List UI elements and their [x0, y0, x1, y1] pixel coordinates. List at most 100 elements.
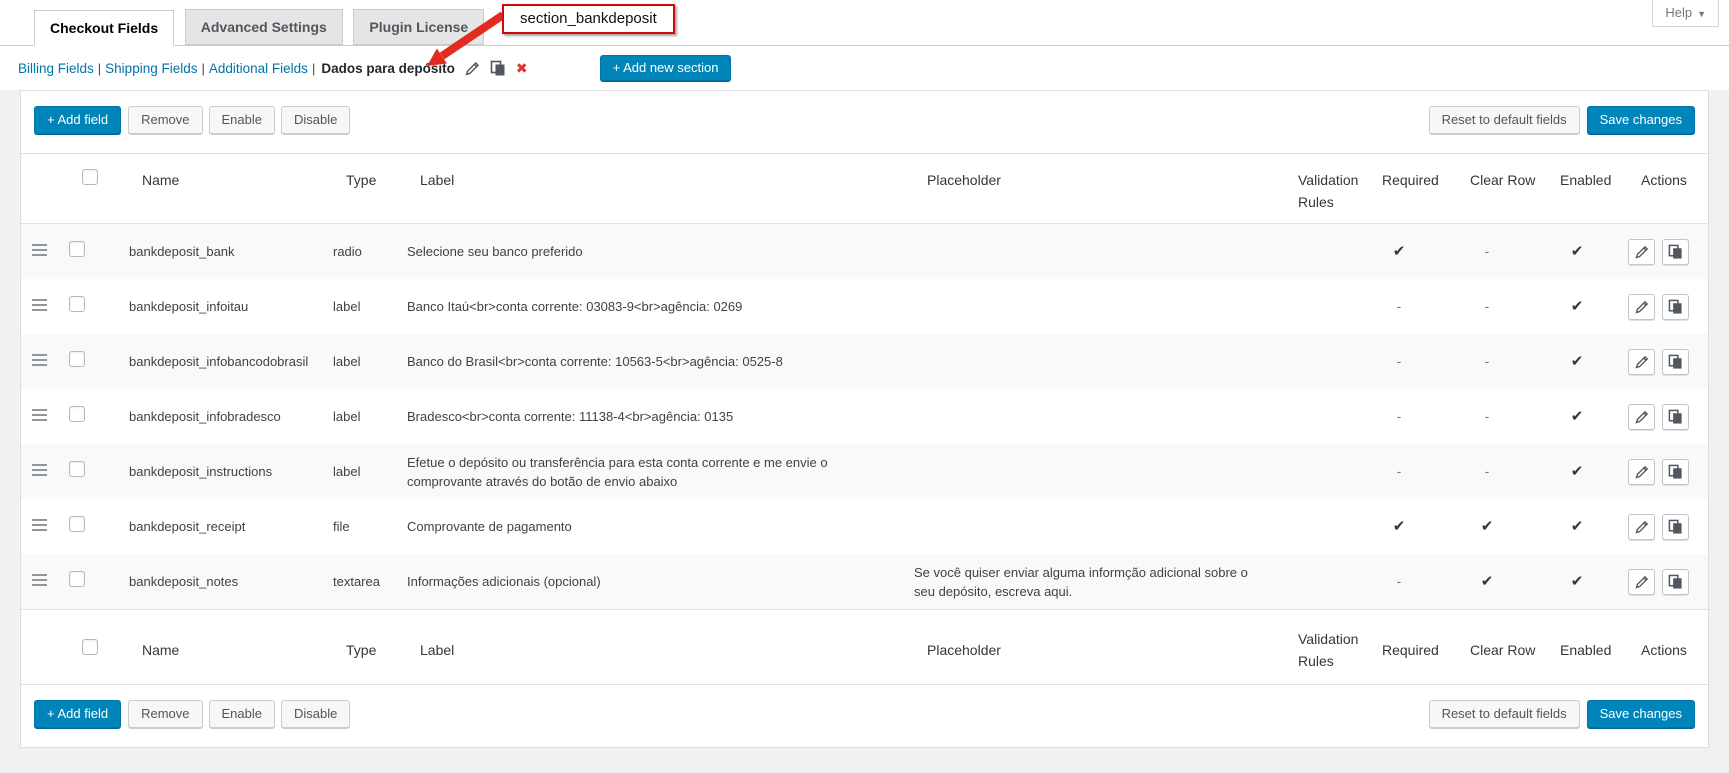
- column-header-label: Label: [420, 172, 455, 188]
- table-row: bankdeposit_notes textarea Informações a…: [21, 554, 1708, 609]
- enabled-mark: ✔: [1570, 518, 1584, 535]
- row-checkbox[interactable]: [69, 406, 85, 422]
- drag-handle-icon[interactable]: [32, 519, 47, 531]
- table-body: bankdeposit_bank radio Selecione seu ban…: [21, 224, 1708, 609]
- copy-field-button[interactable]: [1662, 293, 1689, 320]
- select-all-checkbox[interactable]: [82, 638, 98, 655]
- row-checkbox[interactable]: [69, 296, 85, 312]
- fields-panel: + Add field Remove Enable Disable Reset …: [20, 90, 1709, 748]
- select-all-checkbox[interactable]: [82, 169, 98, 185]
- drag-handle-icon[interactable]: [32, 574, 47, 586]
- field-name: bankdeposit_bank: [129, 244, 235, 259]
- section-link-additional[interactable]: Additional Fields: [209, 61, 308, 76]
- tab-bar: Checkout Fields Advanced Settings Plugin…: [0, 0, 1729, 47]
- column-header-label: Label: [420, 641, 455, 658]
- edit-section-icon[interactable]: [464, 60, 481, 77]
- add-new-section-button[interactable]: + Add new section: [599, 55, 732, 81]
- copy-field-button[interactable]: [1662, 513, 1689, 540]
- field-label: Banco do Brasil<br>conta corrente: 10563…: [407, 354, 783, 369]
- toolbar-bottom: + Add field Remove Enable Disable Reset …: [21, 685, 1708, 747]
- row-checkbox[interactable]: [69, 351, 85, 367]
- column-header-clear-row: Clear Row: [1470, 641, 1536, 658]
- column-header-required: Required: [1382, 172, 1439, 188]
- drag-handle-icon[interactable]: [32, 244, 47, 256]
- separator: |: [97, 60, 102, 76]
- edit-field-button[interactable]: [1628, 458, 1655, 485]
- table-header: Name Type Label Placeholder Validation R…: [21, 153, 1708, 224]
- table-footer-header: Name Type Label Placeholder Validation R…: [21, 609, 1708, 685]
- copy-field-button[interactable]: [1662, 568, 1689, 595]
- edit-field-button[interactable]: [1628, 403, 1655, 430]
- table-row: bankdeposit_instructions label Efetue o …: [21, 444, 1708, 499]
- clear-row-mark: -: [1484, 298, 1490, 314]
- field-type: label: [333, 464, 361, 479]
- edit-field-button[interactable]: [1628, 238, 1655, 265]
- edit-field-button[interactable]: [1628, 568, 1655, 595]
- annotation-callout: section_bankdeposit: [502, 4, 675, 34]
- clear-row-mark: -: [1484, 463, 1490, 479]
- enabled-mark: ✔: [1570, 298, 1584, 315]
- column-header-actions: Actions: [1641, 172, 1687, 188]
- field-name: bankdeposit_notes: [129, 574, 239, 589]
- copy-field-button[interactable]: [1662, 238, 1689, 265]
- reset-defaults-button[interactable]: Reset to default fields: [1428, 700, 1580, 728]
- row-checkbox[interactable]: [69, 571, 85, 587]
- tab-advanced-settings[interactable]: Advanced Settings: [184, 9, 343, 46]
- field-label: Comprovante de pagamento: [407, 519, 572, 534]
- field-label: Banco Itaú<br>conta corrente: 03083-9<br…: [407, 299, 743, 314]
- copy-field-button[interactable]: [1662, 403, 1689, 430]
- section-link-shipping[interactable]: Shipping Fields: [105, 61, 197, 76]
- copy-field-button[interactable]: [1662, 458, 1689, 485]
- section-link-billing[interactable]: Billing Fields: [18, 61, 94, 76]
- edit-field-button[interactable]: [1628, 348, 1655, 375]
- delete-section-icon[interactable]: ✖: [516, 60, 528, 77]
- enable-button[interactable]: Enable: [208, 700, 275, 728]
- drag-handle-icon[interactable]: [32, 299, 47, 311]
- column-header-validation-rules: Validation Rules: [1298, 630, 1359, 669]
- row-checkbox[interactable]: [69, 461, 85, 477]
- enabled-mark: ✔: [1570, 573, 1584, 590]
- save-changes-button[interactable]: Save changes: [1586, 700, 1695, 728]
- column-header-placeholder: Placeholder: [927, 641, 1001, 658]
- clear-row-mark: ✔: [1480, 518, 1494, 535]
- row-checkbox[interactable]: [69, 241, 85, 257]
- edit-field-button[interactable]: [1628, 513, 1655, 540]
- field-type: radio: [333, 244, 362, 259]
- column-header-type: Type: [346, 172, 377, 188]
- enable-button[interactable]: Enable: [208, 106, 275, 134]
- required-mark: -: [1396, 353, 1402, 369]
- field-name: bankdeposit_receipt: [129, 519, 246, 534]
- remove-button[interactable]: Remove: [128, 106, 203, 134]
- tab-plugin-license[interactable]: Plugin License: [353, 9, 485, 46]
- toolbar-top: + Add field Remove Enable Disable Reset …: [21, 91, 1708, 153]
- field-name: bankdeposit_infoitau: [129, 299, 249, 314]
- drag-handle-icon[interactable]: [32, 409, 47, 421]
- field-label: Selecione seu banco preferido: [407, 244, 583, 259]
- row-checkbox[interactable]: [69, 516, 85, 532]
- copy-field-button[interactable]: [1662, 348, 1689, 375]
- current-section-name: Dados para depósito: [321, 60, 455, 76]
- required-mark: -: [1396, 573, 1402, 589]
- remove-button[interactable]: Remove: [128, 700, 203, 728]
- drag-handle-icon[interactable]: [32, 354, 47, 366]
- drag-handle-icon[interactable]: [32, 464, 47, 476]
- column-header-name: Name: [142, 172, 180, 188]
- field-type: label: [333, 354, 361, 369]
- add-field-button[interactable]: + Add field: [34, 106, 122, 134]
- disable-button[interactable]: Disable: [280, 106, 351, 134]
- tab-checkout-fields[interactable]: Checkout Fields: [34, 10, 175, 47]
- field-name: bankdeposit_infobancodobrasil: [129, 354, 309, 369]
- column-header-name: Name: [142, 641, 180, 658]
- add-field-button[interactable]: + Add field: [34, 700, 122, 728]
- field-label: Bradesco<br>conta corrente: 11138-4<br>a…: [407, 409, 734, 424]
- reset-defaults-button[interactable]: Reset to default fields: [1428, 106, 1580, 134]
- help-button[interactable]: Help ▼: [1652, 0, 1719, 27]
- edit-field-button[interactable]: [1628, 293, 1655, 320]
- chevron-down-icon: ▼: [1697, 9, 1706, 19]
- column-header-type: Type: [346, 641, 377, 658]
- disable-button[interactable]: Disable: [280, 700, 351, 728]
- field-label: Informações adicionais (opcional): [407, 574, 601, 589]
- column-header-enabled: Enabled: [1560, 641, 1612, 658]
- save-changes-button[interactable]: Save changes: [1586, 106, 1695, 134]
- copy-section-icon[interactable]: [490, 60, 506, 77]
